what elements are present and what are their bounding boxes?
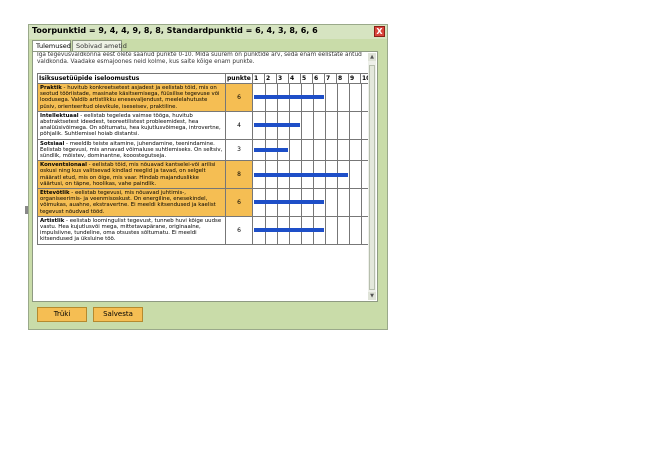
scroll-thumb[interactable] — [369, 65, 375, 290]
score-bar — [254, 95, 324, 100]
type-name: Sotsiaal — [40, 140, 65, 147]
points-value: 3 — [225, 138, 253, 162]
type-name: Praktik — [40, 85, 62, 91]
close-icon[interactable]: X — [374, 26, 385, 37]
header-scale-2: 2 — [264, 73, 277, 84]
results-table: Isiksusetüüpide iseloomustus punkte 1234… — [37, 73, 373, 245]
intro-text: Iga tegevusvaldkonna eest olete saanud p… — [37, 52, 362, 65]
print-button[interactable]: Trüki — [37, 307, 87, 322]
score-bar — [254, 123, 300, 128]
type-name: Artistlik — [40, 217, 65, 224]
table-row: Ettevõtlik - eelistab tegevusi, mis nõua… — [37, 188, 373, 217]
header-scale-8: 8 — [336, 73, 349, 84]
save-button[interactable]: Salvesta — [93, 307, 143, 322]
type-description: Konventsionaal - eelistab töid, mis nõua… — [37, 160, 226, 190]
header-scale-1: 1 — [252, 73, 265, 84]
points-value: 6 — [225, 188, 253, 217]
table-row: Praktik - huvitub konkreetsetest asjades… — [37, 83, 373, 112]
type-name: Konventsionaal — [40, 162, 87, 169]
type-text: - huvitub konkreetsetest asjadest ja eel… — [40, 85, 220, 110]
header-type: Isiksusetüüpide iseloomustus — [37, 73, 226, 84]
type-text: - eelistab loomingulist tegevust, tunneb… — [40, 217, 222, 243]
header-scale-4: 4 — [288, 73, 301, 84]
points-value: 6 — [225, 83, 253, 112]
table-header-row: Isiksusetüüpide iseloomustus punkte 1234… — [37, 73, 373, 84]
type-name: Intellektuaal — [40, 112, 79, 119]
score-bar — [254, 200, 324, 205]
score-bar-cell — [252, 215, 373, 245]
table-row: Artistlik - eelistab loomingulist tegevu… — [37, 215, 373, 245]
type-description: Sotsiaal - meeldib teiste aitamine, juhe… — [37, 138, 226, 162]
scroll-down-icon[interactable]: ▼ — [368, 292, 376, 300]
score-bar-cell — [252, 83, 373, 112]
header-points: punkte — [225, 73, 253, 84]
scroll-up-icon[interactable]: ▲ — [368, 53, 376, 61]
points-value: 8 — [225, 160, 253, 190]
table-row: Konventsionaal - eelistab töid, mis nõua… — [37, 160, 373, 190]
tab-sobivad-ametid[interactable]: Sobivad ametid — [72, 40, 127, 51]
type-name: Ettevõtlik — [40, 190, 70, 197]
type-description: Ettevõtlik - eelistab tegevusi, mis nõua… — [37, 188, 226, 217]
score-bar — [254, 147, 288, 152]
results-panel: Iga tegevusvaldkonna eest olete saanud p… — [32, 51, 378, 302]
tab-tulemused[interactable]: Tulemused — [32, 40, 71, 51]
table-body: Praktik - huvitub konkreetsetest asjades… — [37, 83, 373, 245]
type-description: Praktik - huvitub konkreetsetest asjades… — [37, 83, 226, 112]
score-bar-cell — [252, 188, 373, 217]
header-scale-5: 5 — [300, 73, 313, 84]
header-scale-3: 3 — [276, 73, 289, 84]
type-description: Artistlik - eelistab loomingulist tegevu… — [37, 215, 226, 245]
score-bar — [254, 172, 348, 177]
score-bar-cell — [252, 160, 373, 190]
score-bar — [254, 228, 324, 233]
table-row: Sotsiaal - meeldib teiste aitamine, juhe… — [37, 138, 373, 162]
points-value: 6 — [225, 215, 253, 245]
points-value: 4 — [225, 110, 253, 140]
score-bar-cell — [252, 138, 373, 162]
title-bar[interactable]: Toorpunktid = 9, 4, 4, 9, 8, 8, Standard… — [29, 25, 387, 39]
type-text: - meeldib teiste aitamine, juhendamine, … — [40, 140, 223, 160]
score-bar-cell — [252, 110, 373, 140]
header-scale-9: 9 — [348, 73, 361, 84]
vertical-scrollbar[interactable]: ▲ ▼ — [368, 53, 376, 300]
type-description: Intellektuaal - eelistab tegeleda vaimse… — [37, 110, 226, 140]
header-scale-7: 7 — [324, 73, 337, 84]
results-window: Toorpunktid = 9, 4, 4, 9, 8, 8, Standard… — [28, 24, 388, 330]
window-title: Toorpunktid = 9, 4, 4, 9, 8, 8, Standard… — [32, 26, 318, 35]
table-row: Intellektuaal - eelistab tegeleda vaimse… — [37, 110, 373, 140]
header-scale-6: 6 — [312, 73, 325, 84]
